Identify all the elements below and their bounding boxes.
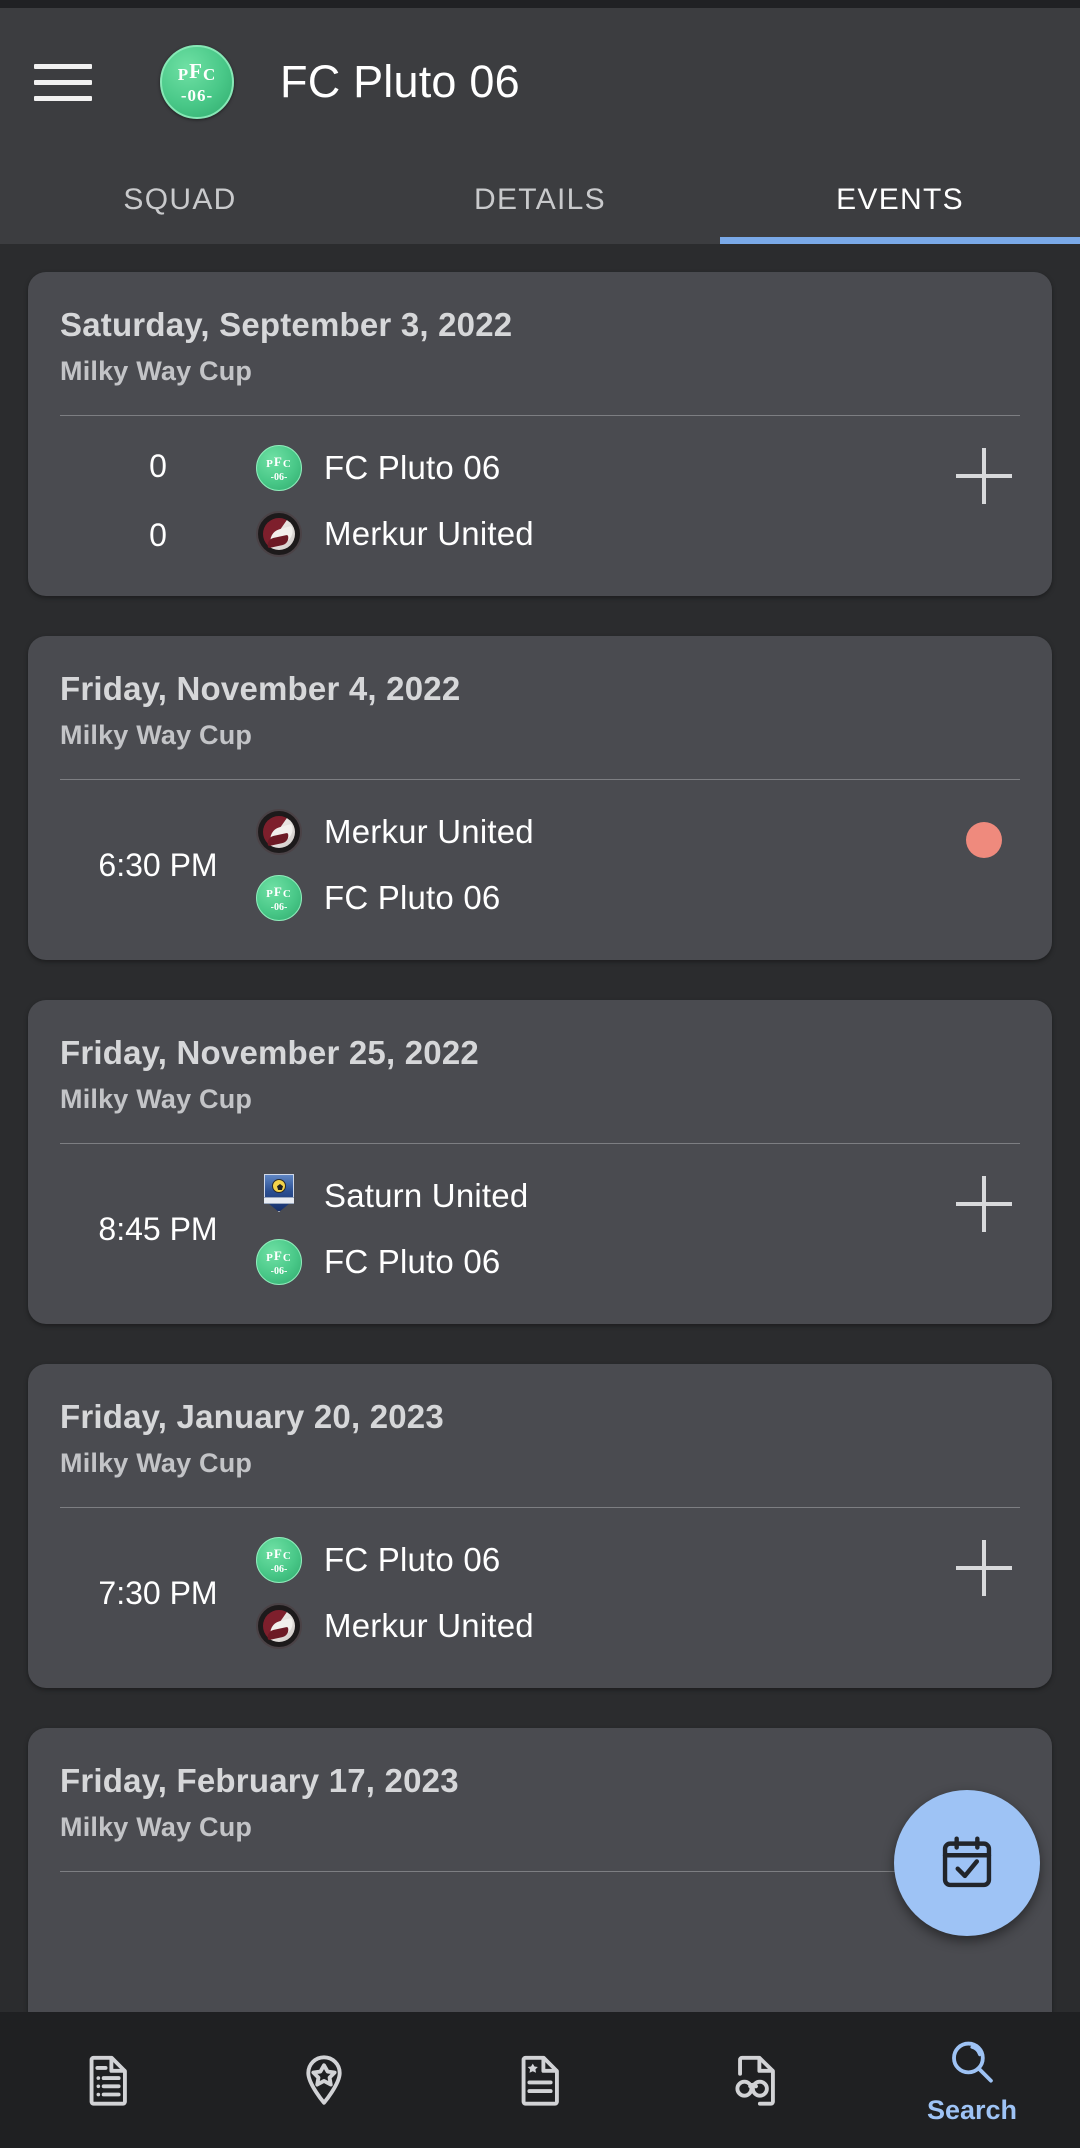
- hamburger-menu-icon[interactable]: [34, 50, 98, 114]
- status-bar: [0, 0, 1080, 8]
- event-action[interactable]: [956, 1176, 1012, 1232]
- match-kickoff: 8:45 PM: [60, 1211, 256, 1248]
- away-score: 0: [149, 517, 167, 553]
- crest-fc-pluto-06-icon: PFC -06-: [256, 445, 302, 491]
- tab-squad[interactable]: SQUAD: [0, 156, 360, 244]
- away-team-row: PFC -06- FC Pluto 06: [256, 872, 1020, 924]
- crest-fc-pluto-06-icon: PFC -06-: [256, 875, 302, 921]
- home-team-row: Merkur United: [256, 806, 1020, 858]
- away-team-row: Merkur United: [256, 508, 1020, 560]
- document-star-icon: [521, 2055, 559, 2106]
- tab-details[interactable]: DETAILS: [360, 156, 720, 244]
- home-score: 0: [149, 448, 167, 484]
- add-plus-icon[interactable]: [956, 448, 1012, 504]
- tab-events[interactable]: EVENTS: [720, 156, 1080, 244]
- crest-merkur-united-icon: [256, 809, 302, 855]
- match-row: 6:30 PM Merkur United PFC -06- FC Pluto 0…: [60, 780, 1020, 930]
- document-list-icon: [89, 2055, 127, 2106]
- crest-merkur-united-icon: [256, 511, 302, 557]
- app-screen: PFC -06- FC Pluto 06 SQUAD DETAILS EVENT…: [0, 0, 1080, 2148]
- club-badge-letter-f: F: [189, 59, 203, 83]
- match-row: 8:45 PM Saturn United PFC -06- FC Pluto 0…: [60, 1144, 1020, 1294]
- teams: Merkur United PFC -06- FC Pluto 06: [256, 806, 1020, 924]
- teams: Saturn United PFC -06- FC Pluto 06: [256, 1170, 1020, 1288]
- club-badge-year: -06-: [180, 86, 214, 105]
- status-dot-icon[interactable]: [966, 822, 1002, 858]
- event-card[interactable]: Saturday, September 3, 2022 Milky Way Cu…: [28, 272, 1052, 596]
- away-team-name: FC Pluto 06: [324, 879, 501, 916]
- club-badge-letter-p: P: [177, 65, 190, 84]
- home-team-name: FC Pluto 06: [324, 1541, 501, 1578]
- away-team-row: PFC -06- FC Pluto 06: [256, 1236, 1020, 1288]
- add-plus-icon[interactable]: [956, 1176, 1012, 1232]
- home-team-name: Merkur United: [324, 813, 534, 850]
- nav-item-search-label: Search: [926, 2094, 1018, 2125]
- teams: PFC -06- FC Pluto 06 Merkur United: [256, 442, 1020, 560]
- nav-item-competitions[interactable]: [432, 2012, 648, 2148]
- event-competition: Milky Way Cup: [60, 1812, 253, 1842]
- app-bar: PFC -06- FC Pluto 06: [0, 8, 1080, 156]
- nav-item-venues[interactable]: [216, 2012, 432, 2148]
- home-team-name: Saturn United: [324, 1177, 529, 1214]
- home-team-name: FC Pluto 06: [324, 449, 501, 486]
- event-competition: Milky Way Cup: [60, 720, 253, 750]
- home-team-row: Saturn United: [256, 1170, 1020, 1222]
- search-icon: [952, 2041, 993, 2083]
- bottom-navigation-bar: Search: [0, 2012, 1080, 2148]
- kickoff-time: 7:30 PM: [98, 1574, 218, 1611]
- match-row: [60, 1872, 1020, 2012]
- events-list[interactable]: Saturday, September 3, 2022 Milky Way Cu…: [0, 244, 1080, 2012]
- event-date: Friday, November 25, 2022: [60, 1034, 479, 1071]
- event-date: Saturday, September 3, 2022: [60, 306, 513, 343]
- home-team-row: PFC -06- FC Pluto 06: [256, 1534, 1020, 1586]
- event-date: Friday, February 17, 2023: [60, 1762, 459, 1799]
- kickoff-time: 6:30 PM: [98, 846, 218, 883]
- away-team-row: Merkur United: [256, 1600, 1020, 1652]
- event-action[interactable]: [956, 448, 1012, 504]
- event-card[interactable]: Friday, January 20, 2023 Milky Way Cup 7…: [28, 1364, 1052, 1688]
- event-date: Friday, November 4, 2022: [60, 670, 461, 707]
- nav-item-search[interactable]: Search: [864, 2012, 1080, 2148]
- calendar-check-icon: [942, 1836, 992, 1888]
- document-binoculars-icon: [735, 2055, 775, 2106]
- crest-fc-pluto-06-icon: PFC -06-: [256, 1537, 302, 1583]
- match-kickoff: 7:30 PM: [60, 1575, 256, 1612]
- kickoff-time: 8:45 PM: [98, 1210, 218, 1247]
- add-plus-icon[interactable]: [956, 1540, 1012, 1596]
- match-scores: 0 0: [60, 448, 256, 554]
- club-badge-letter-c: C: [202, 65, 217, 84]
- match-row: 0 0 PFC -06- FC Pluto 06 Merkur United: [60, 416, 1020, 566]
- crest-merkur-united-icon: [256, 1603, 302, 1649]
- crest-fc-pluto-06-icon: PFC -06-: [256, 1239, 302, 1285]
- home-team-row: PFC -06- FC Pluto 06: [256, 442, 1020, 494]
- page-title: FC Pluto 06: [280, 56, 520, 107]
- event-competition: Milky Way Cup: [60, 1448, 253, 1478]
- match-row: 7:30 PM PFC -06- FC Pluto 06 Merkur Unite…: [60, 1508, 1020, 1658]
- tab-bar: SQUAD DETAILS EVENTS: [0, 156, 1080, 244]
- event-date: Friday, January 20, 2023: [60, 1398, 444, 1435]
- match-kickoff: 6:30 PM: [60, 847, 256, 884]
- away-team-name: Merkur United: [324, 1607, 534, 1644]
- event-action[interactable]: [956, 1540, 1012, 1596]
- location-pin-star-icon: [306, 2055, 342, 2105]
- event-card[interactable]: Friday, November 4, 2022 Milky Way Cup 6…: [28, 636, 1052, 960]
- nav-item-scouting[interactable]: [648, 2012, 864, 2148]
- event-competition: Milky Way Cup: [60, 1084, 253, 1114]
- away-team-name: Merkur United: [324, 515, 534, 552]
- away-team-name: FC Pluto 06: [324, 1243, 501, 1280]
- crest-saturn-united-icon: [256, 1173, 302, 1219]
- event-competition: Milky Way Cup: [60, 356, 253, 386]
- club-badge-avatar: PFC -06-: [160, 45, 234, 119]
- event-action[interactable]: [956, 812, 1012, 868]
- teams: PFC -06- FC Pluto 06 Merkur United: [256, 1534, 1020, 1652]
- nav-item-documents[interactable]: [0, 2012, 216, 2148]
- add-event-fab[interactable]: [894, 1790, 1040, 1936]
- event-card[interactable]: Friday, November 25, 2022 Milky Way Cup …: [28, 1000, 1052, 1324]
